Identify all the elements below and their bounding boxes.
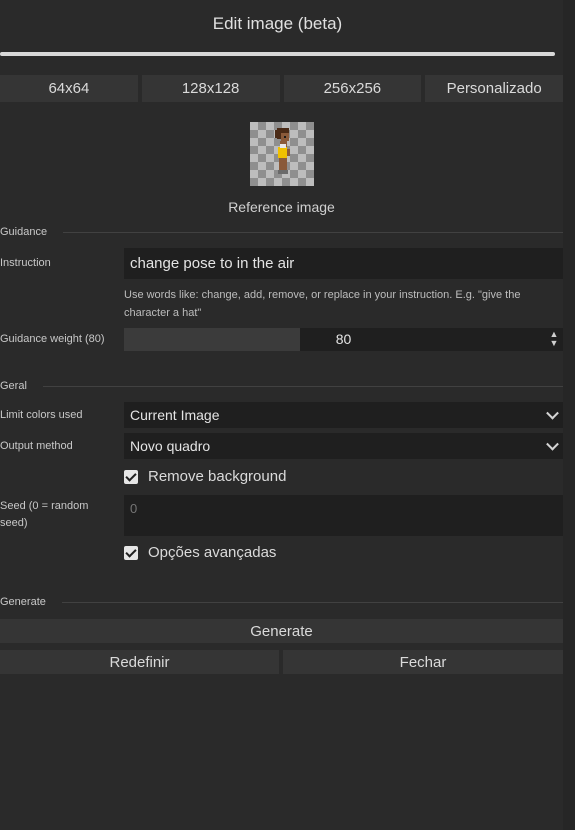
generate-button[interactable]: Generate <box>0 619 563 643</box>
output-method-label: Output method <box>0 440 73 452</box>
instruction-hint: Use words like: change, add, remove, or … <box>124 289 521 319</box>
close-button[interactable]: Fechar <box>283 650 563 674</box>
guidance-section-label: Guidance <box>0 226 48 238</box>
advanced-options-label: Opções avançadas <box>148 544 277 561</box>
advanced-options-row[interactable]: Opções avançadas <box>124 544 276 561</box>
remove-background-row[interactable]: Remove background <box>124 468 286 485</box>
chevron-down-icon <box>546 406 559 420</box>
dialog-title: Edit image (beta) <box>212 14 343 33</box>
guidance-weight-value: 80 <box>335 331 352 347</box>
general-section-header: Geral <box>0 380 563 392</box>
guidance-weight-slider[interactable]: 80 ▲ ▼ <box>124 328 563 351</box>
seed-label: Seed (0 = random seed) <box>0 500 89 529</box>
seed-input[interactable] <box>124 495 563 536</box>
output-method-select[interactable]: Novo quadro <box>124 433 563 459</box>
generate-section-label: Generate <box>0 596 46 608</box>
reset-button[interactable]: Redefinir <box>0 650 279 674</box>
spin-arrows-icon[interactable]: ▲ ▼ <box>549 330 559 349</box>
progress-scrollbar <box>0 52 555 56</box>
section-divider <box>42 385 563 387</box>
reference-image-caption: Reference image <box>228 199 335 215</box>
general-section-label: Geral <box>0 380 27 392</box>
section-divider <box>63 231 563 233</box>
limit-colors-label: Limit colors used <box>0 409 83 421</box>
remove-background-label: Remove background <box>148 468 287 485</box>
generate-section-header: Generate <box>0 596 563 608</box>
limit-colors-select[interactable]: Current Image <box>124 402 563 428</box>
advanced-options-checkbox[interactable] <box>124 545 138 560</box>
limit-colors-value: Current Image <box>130 407 220 423</box>
instruction-input[interactable]: change pose to in the air <box>124 248 563 279</box>
section-divider <box>61 601 563 603</box>
remove-background-checkbox[interactable] <box>124 469 138 484</box>
reference-image-block: Reference image <box>0 122 563 215</box>
size-64-button[interactable]: 64x64 <box>0 75 138 102</box>
guidance-section-header: Guidance <box>0 226 563 238</box>
size-128-button[interactable]: 128x128 <box>141 75 280 102</box>
guidance-weight-label: Guidance weight (80) <box>0 333 105 345</box>
instruction-label: Instruction <box>0 257 51 269</box>
right-edge <box>563 0 575 830</box>
size-options: 64x64 128x128 256x256 Personalizado <box>0 75 563 102</box>
reference-image[interactable] <box>249 122 314 186</box>
character-sprite-icon <box>274 128 290 174</box>
size-custom-button[interactable]: Personalizado <box>425 75 563 102</box>
size-256-button[interactable]: 256x256 <box>283 75 422 102</box>
output-method-value: Novo quadro <box>130 438 211 454</box>
chevron-down-icon <box>546 437 559 451</box>
